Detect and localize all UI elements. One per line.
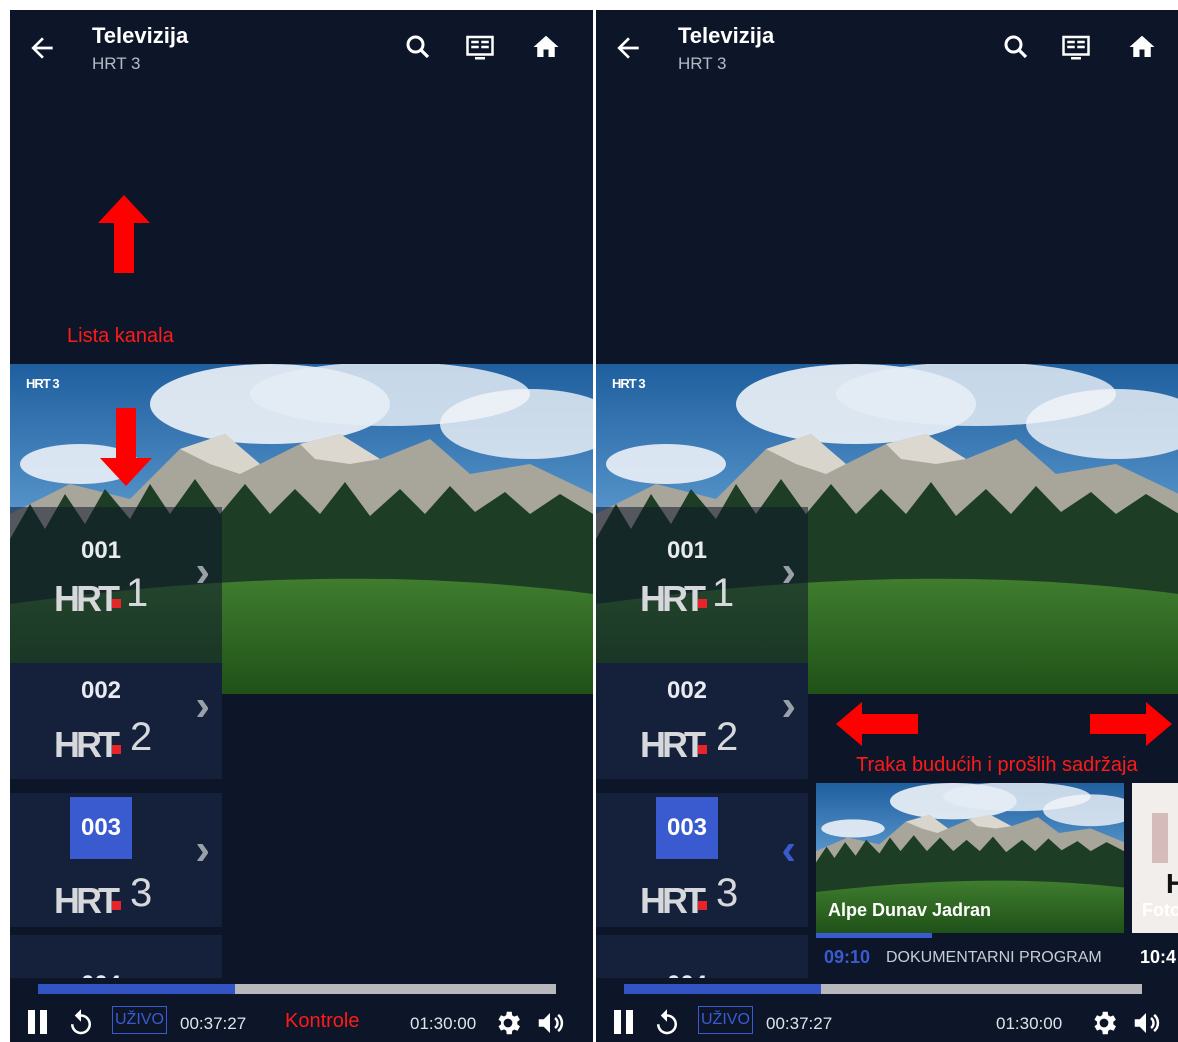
home-icon[interactable]: [1127, 32, 1157, 62]
channel-logo-digit: 3: [716, 871, 739, 915]
program-card[interactable]: H Foto: [1132, 783, 1178, 933]
chevron-right-icon[interactable]: ›: [195, 825, 210, 875]
program-progress: [816, 933, 932, 938]
channel-number: 003: [656, 797, 718, 859]
channel-item[interactable]: 001 1 ›: [10, 507, 222, 689]
channel-number: 001: [666, 537, 708, 564]
live-button[interactable]: UŽIVO: [698, 1006, 753, 1034]
chevron-right-icon[interactable]: ›: [781, 681, 796, 731]
arrow-right-annotation-icon: [1090, 702, 1172, 746]
page-title: Televizija: [92, 23, 189, 48]
player-controls: UŽIVO 00:37:27 Kontrole 01:30:00: [10, 978, 593, 1042]
channel-list-annotation: Lista kanala: [67, 325, 174, 347]
arrow-left-annotation-icon: [836, 702, 918, 746]
home-icon[interactable]: [531, 32, 561, 62]
settings-gear-icon[interactable]: [493, 1008, 523, 1038]
channel-number: 003: [70, 797, 132, 859]
channel-logo-digit: 1: [126, 571, 149, 615]
progress-fill: [624, 984, 821, 994]
page-title: Televizija: [678, 23, 775, 48]
channel-logo-digit: 2: [716, 715, 739, 759]
tv-guide-icon[interactable]: [465, 32, 495, 62]
search-icon[interactable]: [1001, 32, 1031, 62]
channel-item-selected[interactable]: 003 3 ›: [10, 793, 222, 927]
back-arrow-icon[interactable]: [26, 32, 58, 64]
channel-logo-digit: 3: [130, 871, 153, 915]
app-screen-right: Televizija HRT 3 HRT 3 001 1 › 002 2 › 0…: [596, 10, 1178, 1042]
channel-watermark: HRT 3: [612, 376, 646, 391]
pause-icon[interactable]: [612, 1008, 636, 1036]
channel-item[interactable]: 001 1 ›: [596, 507, 808, 689]
program-title: Foto: [1142, 900, 1178, 920]
program-time: 10:4: [1140, 947, 1177, 967]
chevron-right-icon[interactable]: ›: [195, 681, 210, 731]
page-subtitle: HRT 3: [678, 54, 727, 73]
volume-icon[interactable]: [534, 1008, 566, 1038]
arrow-down-annotation-icon: [100, 408, 152, 486]
program-card[interactable]: Alpe Dunav Jadran: [816, 783, 1124, 933]
total-time: 01:30:00: [996, 1014, 1063, 1033]
program-timeline-strip: Alpe Dunav Jadran 09:10 DOKUMENTARNI PRO…: [816, 783, 1178, 973]
channel-item-selected[interactable]: 003 3 ‹: [596, 793, 808, 927]
channel-watermark: HRT 3: [26, 376, 60, 391]
program-thumbnail-letter: H: [1166, 868, 1178, 899]
channel-item[interactable]: 002 2 ›: [10, 663, 222, 779]
controls-annotation: Kontrole: [285, 1010, 360, 1032]
replay-icon[interactable]: [66, 1008, 96, 1038]
chevron-right-icon[interactable]: ›: [781, 547, 796, 597]
total-time: 01:30:00: [410, 1014, 477, 1033]
settings-gear-icon[interactable]: [1089, 1008, 1119, 1038]
program-title: Alpe Dunav Jadran: [828, 900, 992, 920]
program-thumbnail: [1152, 813, 1168, 863]
channel-logo-digit: 1: [712, 571, 735, 615]
page-subtitle: HRT 3: [92, 54, 141, 73]
top-app-bar: Televizija HRT 3: [596, 10, 1178, 90]
pause-icon[interactable]: [26, 1008, 50, 1036]
top-app-bar: Televizija HRT 3: [10, 10, 593, 90]
progress-fill: [38, 984, 235, 994]
channel-logo-digit: 2: [130, 715, 153, 759]
chevron-left-icon[interactable]: ‹: [781, 825, 796, 875]
tv-guide-icon[interactable]: [1061, 32, 1091, 62]
channel-item[interactable]: 002 2 ›: [596, 663, 808, 779]
playback-progress-bar[interactable]: [38, 984, 556, 994]
program-time: 09:10: [824, 947, 871, 967]
replay-icon[interactable]: [652, 1008, 682, 1038]
current-time: 00:37:27: [180, 1014, 247, 1033]
program-genre: DOKUMENTARNI PROGRAM: [886, 949, 1102, 966]
volume-icon[interactable]: [1130, 1008, 1162, 1038]
timeline-strip-annotation: Traka budućih i prošlih sadržaja: [856, 754, 1138, 776]
search-icon[interactable]: [403, 32, 433, 62]
chevron-right-icon[interactable]: ›: [195, 547, 210, 597]
arrow-up-annotation-icon: [98, 195, 150, 273]
player-controls: UŽIVO 00:37:27 01:30:00: [596, 978, 1178, 1042]
playback-progress-bar[interactable]: [624, 984, 1142, 994]
current-time: 00:37:27: [766, 1014, 833, 1033]
app-screen-left: Televizija HRT 3 Lista kanala HRT 3 001 …: [10, 10, 593, 1042]
channel-number: 002: [666, 677, 708, 704]
back-arrow-icon[interactable]: [612, 32, 644, 64]
channel-number: 002: [80, 677, 122, 704]
channel-number: 001: [80, 537, 122, 564]
live-button[interactable]: UŽIVO: [112, 1006, 167, 1034]
